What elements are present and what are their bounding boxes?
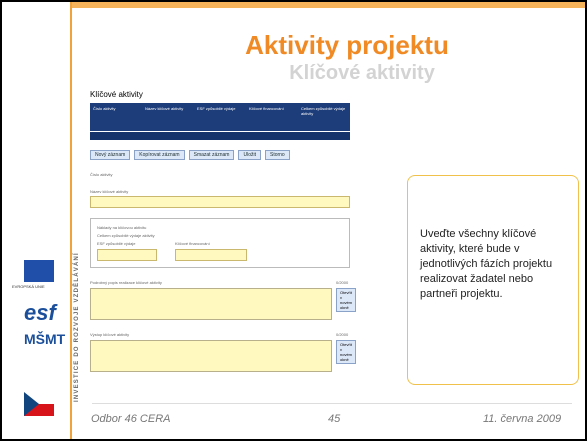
eu-flag-icon [24,260,54,282]
footer-left: Odbor 46 CERA [91,413,171,425]
column-header[interactable]: Celkem způsobilé výdaje aktivity [298,103,350,131]
cancel-button[interactable]: Storno [264,150,290,160]
instruction-note: Uveďte všechny klíčové aktivity, které b… [420,228,553,300]
costs-section: Náklady na klíčovou aktivitu Celkem způs… [90,218,350,268]
costs-title: Náklady na klíčovou aktivitu [97,225,147,230]
save-button[interactable]: Uložit [238,150,261,160]
esf-eligible-label: ESF způsobilé výdaje [97,241,136,246]
copy-record-button[interactable]: Kopírovat záznam [134,150,185,160]
esf-eligible-field[interactable] [97,249,157,261]
left-sidebar [2,2,72,439]
czech-flag-icon [24,392,54,416]
eu-label: EVROPSKÁ UNIE [12,284,45,289]
vertical-slogan: INVESTICE DO ROZVOJE VZDĚLÁVÁNÍ [74,252,80,402]
slide: INVESTICE DO ROZVOJE VZDĚLÁVÁNÍ EVROPSKÁ… [0,0,587,441]
footer-divider [92,403,572,404]
activity-name-label: Název klíčové aktivity [90,189,129,194]
page-subtitle: Klíčové aktivity [289,62,435,84]
form-toolbar: Nový záznam Kopírovat záznam Smazat zázn… [90,150,350,160]
open-window-button[interactable]: Otevřít v novém okně [336,288,357,312]
column-header[interactable]: ESF způsobilé výdaje [194,103,246,131]
grid-row[interactable] [90,131,350,140]
output-label: Výstup klíčové aktivity [90,332,130,337]
footer-date: 11. června 2009 [483,413,562,425]
description-label: Podrobný popis realizace klíčové aktivit… [90,280,162,285]
delete-record-button[interactable]: Smazat záznam [188,150,235,160]
eligible-total-label: Celkem způsobilé výdaje aktivity [97,233,155,238]
description-counter: 0/2000 [336,280,349,285]
form-heading: Klíčové aktivity [90,90,143,99]
key-funding-field[interactable] [175,249,247,261]
msmt-logo: MŠMT [24,331,66,347]
open-window-button[interactable]: Otevřít v novém okně [336,340,357,364]
output-counter: 0/2000 [336,332,349,337]
form-screenshot: Klíčové aktivity Číslo aktivity Název kl… [90,90,357,412]
key-funding-label: Klíčové financování [175,241,210,246]
top-border [2,2,585,8]
activity-name-field[interactable] [90,196,350,208]
esf-logo: esf [24,300,56,325]
page-number: 45 [328,413,341,425]
sidebar-divider [70,2,72,439]
column-header[interactable]: Název klíčové aktivity [142,103,194,131]
output-textarea[interactable] [90,340,332,372]
new-record-button[interactable]: Nový záznam [90,150,131,160]
column-header[interactable]: Číslo aktivity [90,103,142,131]
grid-header: Číslo aktivity Název klíčové aktivity ES… [90,103,350,131]
page-title: Aktivity projektu [245,30,449,60]
description-textarea[interactable] [90,288,332,320]
activity-number-label: Číslo aktivity [90,172,113,177]
column-header[interactable]: Klíčové financování [246,103,298,131]
